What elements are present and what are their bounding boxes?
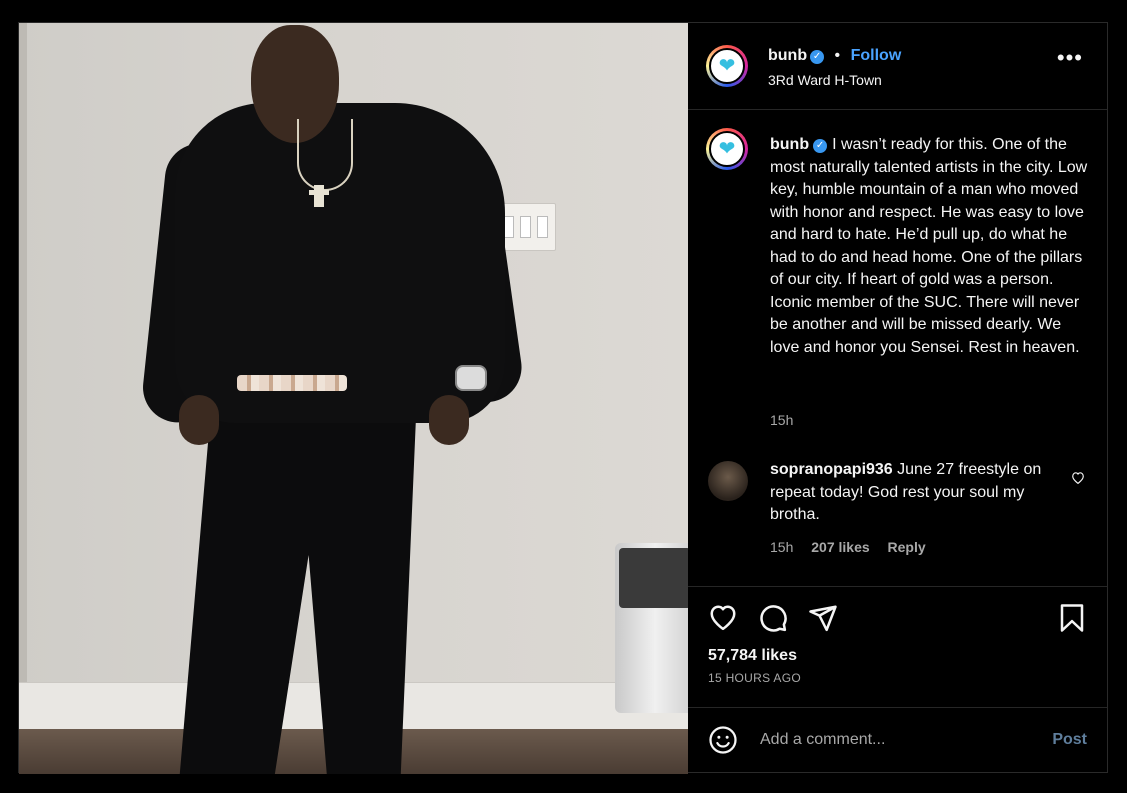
photo-person-left-hand xyxy=(179,395,219,445)
post-side-panel: ❤ bunb ✓ • Follow 3Rd Ward H-Town ••• ❤ b… xyxy=(688,23,1107,772)
bookmark-icon[interactable] xyxy=(1059,603,1085,638)
verified-icon: ✓ xyxy=(810,50,825,64)
post-photo xyxy=(19,23,688,774)
photo-person-right-hand xyxy=(429,395,469,445)
comment-composer: Post xyxy=(688,708,1107,772)
verified-icon: ✓ xyxy=(813,139,828,153)
post-comment-button[interactable]: Post xyxy=(1052,731,1087,749)
caption-timestamp[interactable]: 15h xyxy=(770,412,793,428)
commenter-avatar[interactable] xyxy=(708,461,748,501)
post-actions: 57,784 likes 15 HOURS AGO xyxy=(688,587,1107,708)
comment-likes[interactable]: 207 likes xyxy=(811,539,869,555)
comment-meta: 15h 207 likes Reply xyxy=(770,539,940,555)
photo-wall-edge xyxy=(19,23,27,774)
comment-body: sopranopapi936 June 27 freestyle on repe… xyxy=(770,459,1060,527)
heart-logo-icon: ❤ xyxy=(718,138,736,160)
likes-count[interactable]: 57,784 likes xyxy=(708,647,797,665)
photo-person-watch xyxy=(455,365,487,391)
comment-input[interactable] xyxy=(758,730,1032,750)
header-author-line: bunb ✓ • Follow xyxy=(768,47,901,65)
photo-person-cross-pendant xyxy=(309,185,329,207)
heart-logo-icon: ❤ xyxy=(718,55,736,77)
caption-text: I wasn’t ready for this. One of the most… xyxy=(770,136,1088,356)
post-location[interactable]: 3Rd Ward H-Town xyxy=(768,72,882,88)
post-modal: ❤ bunb ✓ • Follow 3Rd Ward H-Town ••• ❤ b… xyxy=(18,22,1108,774)
comment-icon[interactable] xyxy=(758,603,788,638)
post-caption: bunb ✓ I wasn’t ready for this. One of the… xyxy=(770,134,1090,359)
separator-dot: • xyxy=(834,47,841,64)
comment-reply-button[interactable]: Reply xyxy=(888,539,926,555)
post-timestamp[interactable]: 15 HOURS AGO xyxy=(708,671,801,685)
comment-timestamp[interactable]: 15h xyxy=(770,539,793,555)
post-header: ❤ bunb ✓ • Follow 3Rd Ward H-Town ••• xyxy=(688,23,1107,110)
comment-like-heart-icon[interactable] xyxy=(1071,471,1085,489)
follow-button[interactable]: Follow xyxy=(851,47,902,64)
photo-person-belt xyxy=(237,375,347,391)
share-icon[interactable] xyxy=(808,603,838,638)
author-avatar[interactable]: ❤ xyxy=(706,45,748,87)
comments-section[interactable]: ❤ bunb ✓ I wasn’t ready for this. One of t… xyxy=(688,110,1107,587)
caption-author-avatar[interactable]: ❤ xyxy=(706,128,748,170)
caption-username[interactable]: bunb xyxy=(770,136,809,153)
author-username[interactable]: bunb xyxy=(768,47,807,64)
caption-avatar-image: ❤ xyxy=(709,131,745,167)
photo-trash-bin-lid xyxy=(619,548,688,608)
emoji-icon[interactable] xyxy=(708,725,738,760)
heart-icon[interactable] xyxy=(708,603,738,636)
photo-person-chain xyxy=(297,119,353,191)
more-icon[interactable]: ••• xyxy=(1057,47,1083,69)
author-avatar-image: ❤ xyxy=(709,48,745,84)
commenter-username[interactable]: sopranopapi936 xyxy=(770,461,893,478)
